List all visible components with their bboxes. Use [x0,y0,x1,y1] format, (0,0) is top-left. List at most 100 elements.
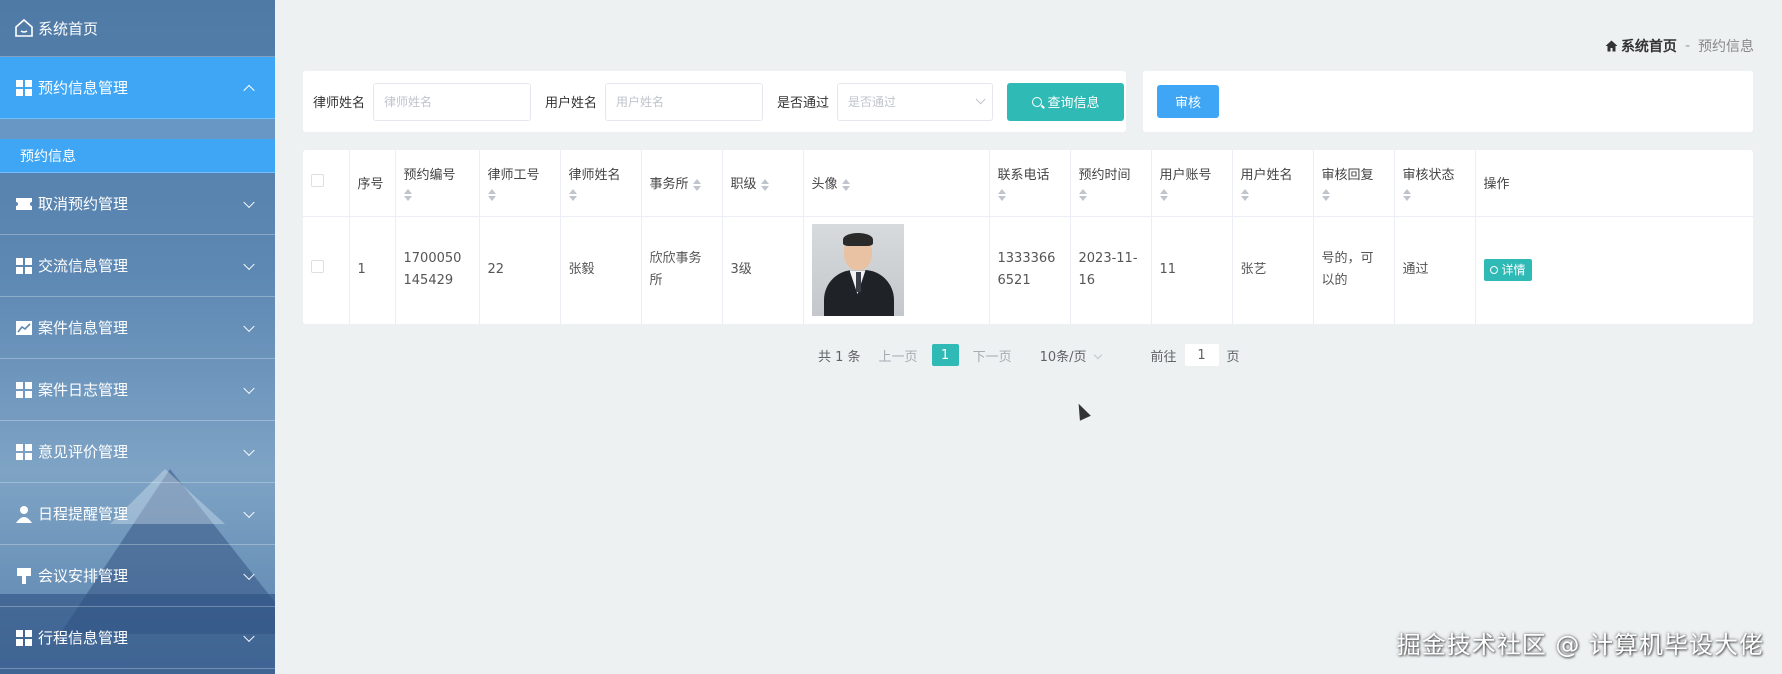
header-time[interactable]: 预约时间 [1070,150,1152,216]
user-name-input[interactable]: 用户姓名 [605,82,764,121]
sort-icon[interactable] [1321,189,1386,202]
cell-avatar [803,216,990,324]
header-firm[interactable]: 事务所 [641,150,723,216]
header-operation: 操作 [1475,150,1753,216]
detail-button[interactable]: 详情 [1483,258,1532,281]
sidebar-subitem-label: 预约信息 [20,148,76,165]
action-panel: 审核 [1143,71,1753,132]
chevron-down-icon [243,382,255,394]
page-unit-label: 页 [1226,349,1240,365]
chevron-down-icon [1093,350,1102,360]
cell-booking-no: 1700050145429 [395,216,480,324]
pass-status-select[interactable]: 是否通过 [837,82,994,121]
grid-icon [14,256,34,276]
search-button[interactable]: 查询信息 [1007,82,1125,121]
mouse-cursor-icon [1073,401,1091,421]
chevron-down-icon [243,630,255,642]
header-select-all[interactable] [303,150,350,216]
sort-icon[interactable] [1240,189,1305,202]
lawyer-name-input[interactable]: 律师姓名 [373,82,532,121]
sort-icon[interactable] [692,178,701,191]
audit-button[interactable]: 审核 [1157,85,1219,118]
cell-reply: 号的，可以的 [1313,216,1395,324]
sidebar-item-cancel-booking[interactable]: 取消预约管理 [0,173,275,235]
header-user-name[interactable]: 用户姓名 [1232,150,1314,216]
header-rank[interactable]: 职级 [722,150,804,216]
page-number-button[interactable]: 1 [931,344,959,366]
phone-text: 13333666521 [997,251,1056,289]
sidebar-subitem-booking-info[interactable]: 预约信息 [0,139,275,173]
sidebar-item-case-info[interactable]: 案件信息管理 [0,297,275,359]
header-reply[interactable]: 审核回复 [1313,150,1395,216]
sidebar-item-label: 预约信息管理 [38,79,129,97]
detail-button-label: 详情 [1501,262,1526,277]
page-size-select[interactable]: 10条/页 [1040,346,1087,365]
sidebar-item-meeting[interactable]: 会议安排管理 [0,545,275,607]
chart-icon [14,318,34,338]
table-row: 1 1700050145429 22 张毅 欣欣事务所 3级 133336665… [303,216,1753,324]
sidebar-item-feedback[interactable]: 意见评价管理 [0,421,275,483]
user-name-placeholder: 用户姓名 [616,95,665,109]
sort-icon[interactable] [997,189,1062,202]
sort-icon[interactable] [1402,189,1467,202]
row-select-cell[interactable] [303,216,350,324]
chevron-down-icon [243,568,255,580]
cell-user-account: 11 [1151,216,1233,324]
header-label: 序号 [357,177,384,193]
sidebar-item-label: 行程信息管理 [38,629,129,647]
lawyer-name-placeholder: 律师姓名 [384,95,433,109]
header-label: 预约编号 [403,168,456,184]
sort-icon[interactable] [1078,189,1143,202]
user-icon [14,504,34,524]
chevron-down-icon [243,320,255,332]
cell-time: 2023-11-16 [1070,216,1152,324]
firm-text: 欣欣事务所 [649,251,702,289]
sort-icon[interactable] [403,189,471,202]
submenu-spacer [0,119,275,139]
booking-table: 序号 预约编号 律师工号 律师姓名 事务所 职级 头像 联系电话 预约时间 用户… [303,150,1753,324]
breadcrumb-separator: - [1684,38,1690,54]
header-lawyer-id[interactable]: 律师工号 [479,150,561,216]
header-lawyer-name[interactable]: 律师姓名 [560,150,642,216]
sidebar-item-label: 系统首页 [38,19,99,38]
sidebar-item-schedule-reminder[interactable]: 日程提醒管理 [0,483,275,545]
search-panel: 律师姓名 律师姓名 用户姓名 用户姓名 是否通过 是否通过 查询信息 [303,71,1126,132]
sort-icon[interactable] [1159,189,1224,202]
chevron-down-icon [243,196,255,208]
lawyer-name-label: 律师姓名 [313,96,366,111]
prev-page-button[interactable]: 上一页 [879,346,918,365]
header-booking-no[interactable]: 预约编号 [395,150,480,216]
sidebar-item-itinerary[interactable]: 行程信息管理 [0,607,275,669]
home-icon [1605,40,1618,52]
header-label: 审核状态 [1402,168,1455,184]
sidebar-item-label: 取消预约管理 [38,195,129,213]
breadcrumb: 系统首页 - 预约信息 [1605,36,1754,56]
sidebar-item-communication[interactable]: 交流信息管理 [0,235,275,297]
breadcrumb-current: 预约信息 [1698,39,1754,55]
stamp-icon [14,566,34,586]
header-phone[interactable]: 联系电话 [989,150,1071,216]
header-user-account[interactable]: 用户账号 [1151,150,1233,216]
goto-label: 前往 [1150,349,1177,365]
sort-icon[interactable] [841,178,850,191]
goto-page-input[interactable]: 1 [1184,344,1219,366]
cell-firm: 欣欣事务所 [641,216,723,324]
row-checkbox[interactable] [311,260,324,274]
sort-icon[interactable] [760,178,769,191]
breadcrumb-home-link[interactable]: 系统首页 [1621,36,1677,56]
sort-icon[interactable] [568,189,633,202]
sidebar-item-booking-management[interactable]: 预约信息管理 [0,57,275,119]
home-icon [14,18,34,38]
select-all-checkbox[interactable] [311,174,324,188]
header-status[interactable]: 审核状态 [1394,150,1476,216]
header-avatar[interactable]: 头像 [803,150,990,216]
time-text: 2023-11-16 [1078,251,1138,289]
sidebar-item-home[interactable]: 系统首页 [0,0,275,57]
sidebar-item-case-log[interactable]: 案件日志管理 [0,359,275,421]
pagination-total: 共 1 条 [818,349,861,365]
chevron-down-icon [243,258,255,270]
chevron-down-icon [243,506,255,518]
sort-icon[interactable] [487,189,552,202]
next-page-button[interactable]: 下一页 [973,346,1012,365]
header-label: 律师姓名 [568,168,621,184]
